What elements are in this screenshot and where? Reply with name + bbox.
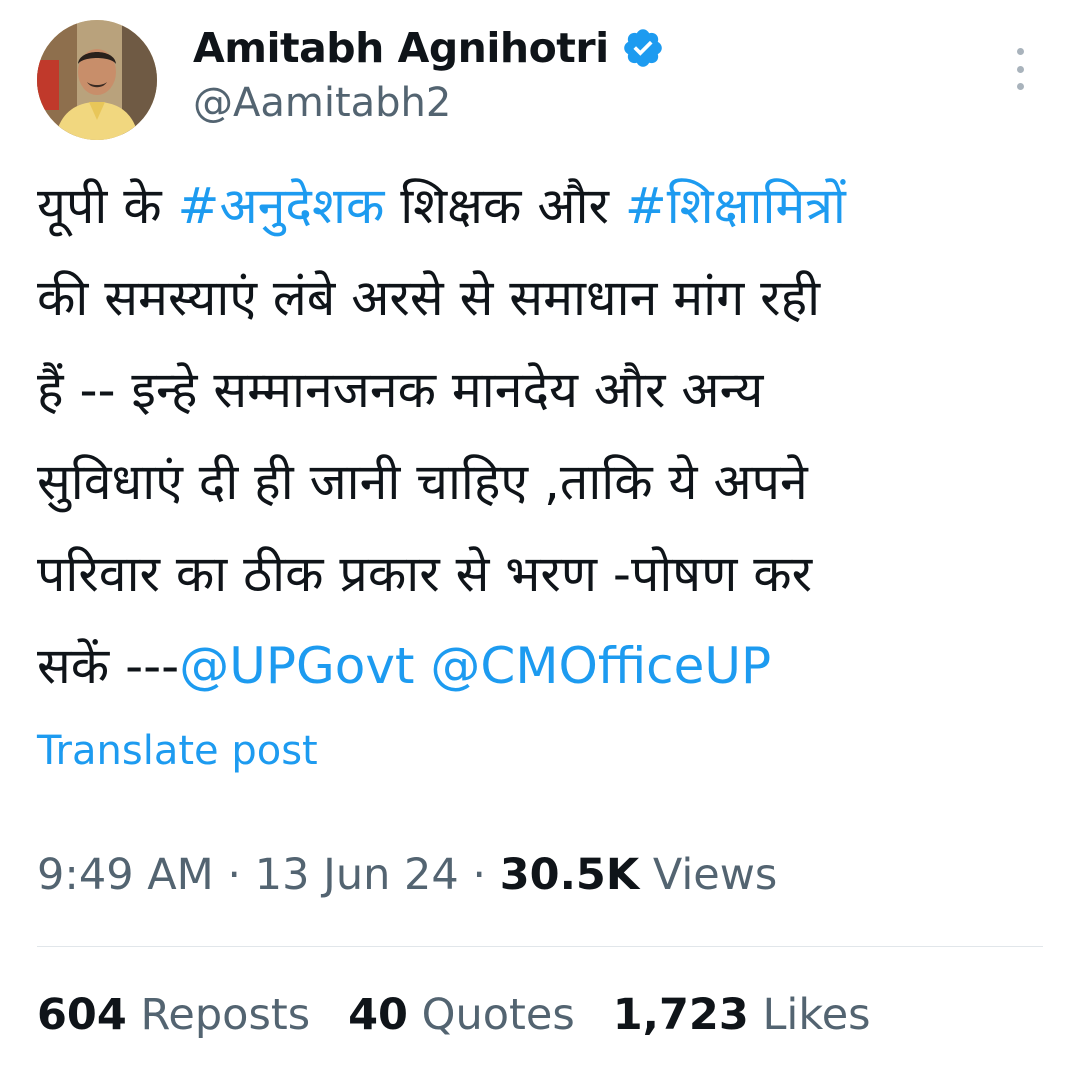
- author-display-name[interactable]: Amitabh Agnihotri: [193, 24, 609, 72]
- tweet-text: यूपी के #अनुदेशक शिक्षक और #शिक्षामित्रो…: [37, 160, 1047, 712]
- meta-separator: ·: [458, 850, 500, 900]
- tweet-line: सुविधाएं दी ही जानी चाहिए ,ताकि ये अपने: [37, 436, 1047, 528]
- tweet-text-segment: सुविधाएं दी ही जानी चाहिए ,ताकि ये अपने: [37, 453, 808, 511]
- quotes-label: Quotes: [421, 990, 575, 1040]
- author-avatar[interactable]: [37, 20, 157, 140]
- tweet-line: परिवार का ठीक प्रकार से भरण -पोषण कर: [37, 528, 1047, 620]
- views-label: Views: [652, 850, 778, 900]
- tweet-line: यूपी के #अनुदेशक शिक्षक और #शिक्षामित्रो…: [37, 160, 1047, 252]
- more-options-icon[interactable]: [1005, 48, 1035, 90]
- tweet-text-segment: यूपी के: [37, 177, 178, 235]
- views-count: 30.5K: [499, 850, 640, 900]
- quotes-count: 40: [348, 990, 408, 1040]
- tweet-line: सकें ---@UPGovt @CMOfficeUP: [37, 620, 1047, 712]
- verified-badge-icon: [623, 29, 662, 67]
- author-handle[interactable]: @Aamitabh2: [193, 80, 451, 126]
- more-dot: [1016, 48, 1024, 55]
- tweet-line: की समस्याएं लंबे अरसे से समाधान मांग रही: [37, 252, 1047, 344]
- tweet-time[interactable]: 9:49 AM: [37, 850, 214, 900]
- hashtag-link[interactable]: #अनुदेशक: [178, 177, 385, 235]
- tweet-meta: 9:49 AM · 13 Jun 24 · 30.5K Views: [37, 850, 777, 900]
- tweet-text-segment: [415, 637, 431, 695]
- tweet-text-segment: परिवार का ठीक प्रकार से भरण -पोषण कर: [37, 545, 813, 603]
- likes-stat[interactable]: 1,723 Likes: [613, 990, 871, 1040]
- tweet-text-segment: सकें ---: [37, 637, 180, 695]
- more-dot: [1016, 83, 1024, 90]
- translate-post-link[interactable]: Translate post: [37, 728, 318, 774]
- tweet-date[interactable]: 13 Jun 24: [255, 850, 459, 900]
- reposts-stat[interactable]: 604 Reposts: [37, 990, 310, 1040]
- hashtag-link[interactable]: #शिक्षामित्रों: [625, 177, 846, 235]
- tweet-text-segment: हैं -- इन्हे सम्मानजनक मानदेय और अन्य: [37, 361, 764, 419]
- likes-label: Likes: [762, 990, 871, 1040]
- author-name-row[interactable]: Amitabh Agnihotri: [193, 20, 665, 76]
- mention-link[interactable]: @UPGovt: [179, 637, 414, 695]
- mention-link[interactable]: @CMOfficeUP: [430, 637, 771, 695]
- tweet-line: हैं -- इन्हे सम्मानजनक मानदेय और अन्य: [37, 344, 1047, 436]
- quotes-stat[interactable]: 40 Quotes: [348, 990, 575, 1040]
- likes-count: 1,723: [612, 990, 749, 1040]
- more-dot: [1016, 65, 1024, 73]
- meta-separator: ·: [213, 850, 255, 900]
- tweet-text-segment: की समस्याएं लंबे अरसे से समाधान मांग रही: [37, 269, 821, 327]
- engagement-stats: 604 Reposts 40 Quotes 1,723 Likes: [37, 990, 871, 1040]
- tweet-text-segment: शिक्षक और: [384, 177, 625, 235]
- reposts-count: 604: [37, 990, 127, 1040]
- avatar-image: [37, 20, 157, 140]
- divider: [37, 946, 1043, 947]
- reposts-label: Reposts: [140, 990, 311, 1040]
